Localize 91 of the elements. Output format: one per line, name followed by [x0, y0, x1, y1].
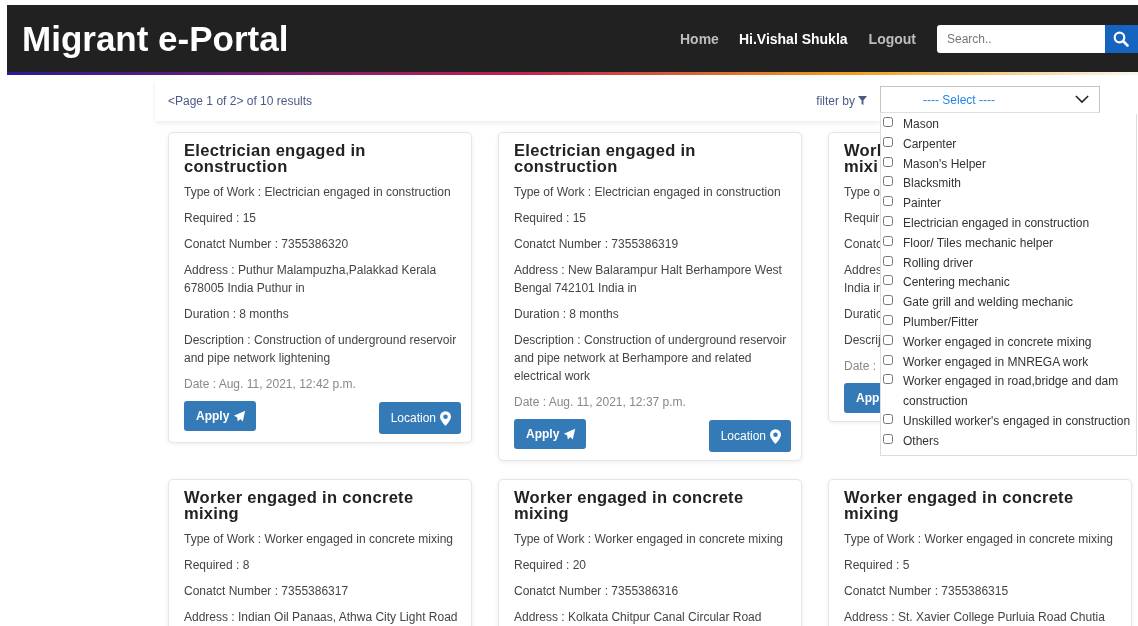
option-label[interactable]: Painter [903, 194, 942, 214]
map-pin-icon [770, 428, 781, 444]
user-greeting[interactable]: Hi.Vishal Shukla [738, 30, 848, 47]
card-text: Conatct Number : 7355386317 [184, 583, 349, 600]
card-title: Worker engaged in concrete mixing [844, 489, 1075, 521]
checkbox[interactable] [883, 433, 893, 444]
search-field[interactable]: Search.. [937, 24, 1105, 53]
card-text: Required : 20 [514, 557, 587, 574]
card-text: Conatc [844, 236, 883, 253]
card-text: Address : Kolkata Chitpur Canal Circular Road [514, 609, 762, 626]
checkbox[interactable] [883, 117, 893, 127]
paper-plane-icon [233, 409, 247, 423]
card-text: Address : Puthur Malampuzha,Palakkad Kerala 678005 India Puthur in [184, 262, 438, 297]
option-label[interactable]: Gate grill and welding mechanic [903, 293, 1074, 313]
filter-select[interactable]: ---- Select ---- [880, 86, 1100, 113]
checkbox[interactable] [883, 295, 893, 306]
pagination-text: <Page 1 of 2> of 10 results [168, 93, 313, 108]
nav-link[interactable]: Home [680, 30, 719, 47]
option-label[interactable]: Worker engaged in concrete mixing [903, 332, 1092, 353]
card-text: Requir [844, 210, 880, 227]
card-title: Electrician engaged in construction [184, 142, 367, 174]
card-text: Conatct Number : 7355386316 [514, 583, 679, 600]
location-button[interactable]: Location [378, 402, 461, 434]
site-title[interactable]: Migrant e-Portal [7, 18, 680, 59]
card-text: Duration : 8 months [184, 306, 289, 323]
card-text: Required : 8 [184, 557, 250, 574]
card-text: Conatct Number : 7355386320 [184, 236, 349, 253]
card-text: Required : 5 [844, 557, 910, 574]
checkbox[interactable] [883, 314, 893, 325]
card-text: Required : 15 [184, 210, 257, 227]
card-text: Type of Work : Worker engaged in concrete mixing [844, 531, 1113, 548]
date-text: Date : Aug. 11, 2021, 12:37 p.m. [514, 394, 686, 411]
card-text: Description : Construction of underground reservoir and pipe network at Berhampore and related electrical work [514, 332, 788, 385]
checkbox[interactable] [883, 196, 893, 207]
option-label[interactable]: Centering mechanic [903, 273, 1010, 294]
apply-button[interactable]: Apply [514, 419, 587, 449]
nav-link[interactable]: Logout [868, 30, 916, 47]
option-label[interactable]: Electrician engaged in construction [903, 214, 1090, 234]
card-text: Conatct Number : 7355386319 [514, 236, 679, 253]
option-label[interactable]: Rolling driver [903, 253, 974, 274]
checkbox[interactable] [883, 176, 893, 187]
chevron-icon [1075, 95, 1089, 104]
map-pin-icon [440, 410, 451, 426]
card-text: Type of Work : Worker engaged in concrete mixing [514, 531, 783, 548]
option-label[interactable]: Worker engaged in road,bridge and dam construction [903, 372, 1136, 412]
card-text: Description : Construction of underground reservoir and pipe network lightening [184, 332, 458, 367]
card-title: Electrician engaged in construction [514, 142, 697, 174]
filter-icon [858, 96, 867, 105]
checkbox[interactable] [883, 255, 893, 266]
option-label[interactable]: Others [903, 431, 939, 452]
card-text: Address : St. Xavier College Purluia Road Chutia [844, 609, 1105, 626]
checkbox[interactable] [883, 354, 893, 365]
location-button[interactable]: Location [708, 420, 791, 452]
card-text: Type of Work : Electrician engaged in construction [514, 184, 781, 201]
checkbox[interactable] [883, 216, 893, 226]
apply-button[interactable]: Apply [184, 401, 257, 431]
card-title: Worker engaged in concrete mixing [514, 489, 745, 521]
card-title: Worl mixi [844, 142, 882, 174]
option-label[interactable]: Plumber/Fitter [903, 312, 979, 333]
search-icon [1113, 30, 1129, 47]
checkbox[interactable] [883, 156, 893, 167]
option-label[interactable]: Unskilled worker's engaged in construction [903, 411, 1131, 432]
card-title: Worker engaged in concrete mixing [184, 489, 415, 521]
filter-label: filter by [816, 93, 855, 108]
checkbox[interactable] [883, 413, 893, 424]
date-text: Date : Aug. 11, 2021, 12:42 p.m. [184, 376, 356, 393]
checkbox[interactable] [883, 136, 893, 147]
card-text: Address : New Balarampur Halt Berhampore West Bengal 742101 India in [514, 262, 783, 297]
checkbox[interactable] [883, 275, 893, 286]
search-button[interactable] [1105, 24, 1138, 53]
option-label[interactable]: Floor/ Tiles mechanic helper [903, 233, 1054, 254]
card-text: Required : 15 [514, 210, 587, 227]
card-text: Conatct Number : 7355386315 [844, 583, 1009, 600]
paper-plane-icon [563, 427, 577, 441]
date-text: Date : [844, 358, 876, 375]
card-text: Duration : 8 months [514, 306, 619, 323]
option-label[interactable]: Mason's Helper [903, 154, 986, 175]
card-text: Addres India ir [844, 262, 883, 297]
card-text: Type of Work : Electrician engaged in construction [184, 184, 451, 201]
card-text: Duratic [844, 306, 882, 323]
card-text: Address : Indian Oil Panaas, Athwa City Light Road [184, 609, 458, 626]
card-text: Type of Work : Worker engaged in concrete mixing [184, 531, 453, 548]
checkbox[interactable] [883, 374, 893, 385]
option-label[interactable]: Carpenter [903, 134, 957, 155]
option-label[interactable]: Blacksmith [903, 174, 961, 195]
checkbox[interactable] [883, 334, 893, 345]
option-label[interactable]: Worker engaged in MNREGA work [903, 352, 1089, 373]
card-text: Type o [844, 184, 881, 201]
checkbox[interactable] [883, 235, 893, 246]
card-text: Descrij [844, 332, 881, 349]
option-label[interactable]: Mason [903, 115, 940, 135]
